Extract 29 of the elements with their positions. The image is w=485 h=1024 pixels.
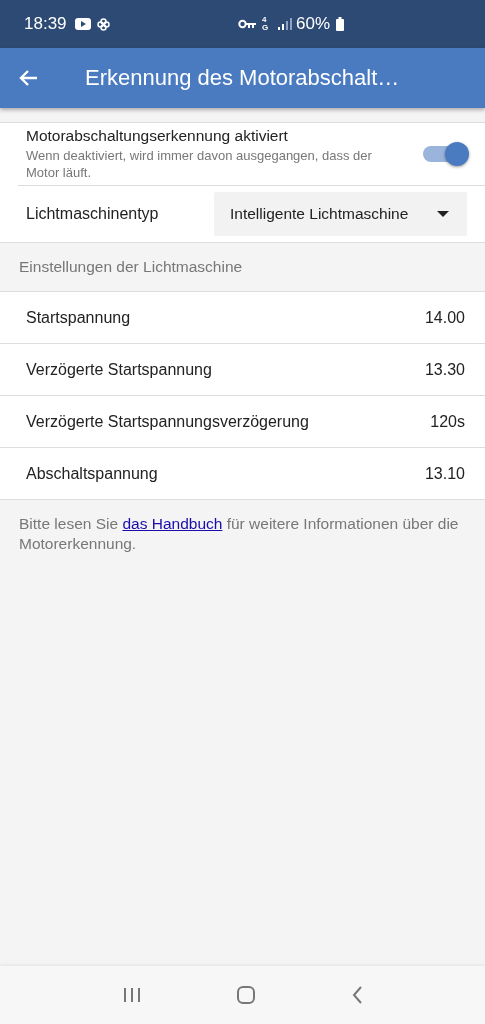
battery-percent: 60% bbox=[295, 14, 330, 34]
setting-label: Abschaltspannung bbox=[26, 464, 158, 483]
section-header: Einstellungen der Lichtmaschine bbox=[19, 258, 243, 276]
status-time: 18:39 bbox=[24, 14, 67, 34]
setting-label: Startspannung bbox=[26, 308, 131, 327]
setting-label: Motorabschaltungserkennung aktiviert bbox=[26, 127, 289, 145]
setting-description: Wenn deaktiviert, wird immer davon ausgegangen, dass der Motor läuft. bbox=[26, 147, 373, 181]
setting-value: 13.10 bbox=[424, 464, 465, 483]
info-text: Bitte lesen Sie das Handbuch für weitere Informationen über die Motorerkennung. bbox=[19, 514, 460, 554]
back-arrow-icon bbox=[18, 69, 38, 87]
home-icon[interactable] bbox=[236, 985, 257, 1005]
setting-value: 13.30 bbox=[424, 360, 465, 379]
setting-label: Verzögerte Startspannungsverzögerung bbox=[26, 412, 309, 431]
setting-value: 120s bbox=[430, 412, 465, 431]
video-play-icon bbox=[74, 18, 91, 30]
dropdown-field[interactable]: Intelligente Lichtmaschine bbox=[214, 192, 467, 236]
setting-label: Verzögerte Startspannung bbox=[26, 360, 212, 379]
signal-icon bbox=[277, 18, 292, 30]
setting-value: 14.00 bbox=[424, 308, 465, 327]
setting-label: Lichtmaschinentyp bbox=[26, 205, 160, 223]
battery-icon bbox=[336, 17, 344, 31]
screen-title: Erkennung des Motorabschalt… bbox=[85, 65, 400, 91]
manual-link[interactable]: das Handbuch bbox=[122, 515, 223, 532]
recent-apps-icon[interactable] bbox=[122, 986, 143, 1004]
network-type: 4G bbox=[261, 16, 270, 32]
fan-icon bbox=[96, 17, 110, 31]
back-icon[interactable] bbox=[350, 985, 363, 1005]
key-icon bbox=[237, 19, 256, 29]
caret-icon bbox=[437, 211, 449, 217]
